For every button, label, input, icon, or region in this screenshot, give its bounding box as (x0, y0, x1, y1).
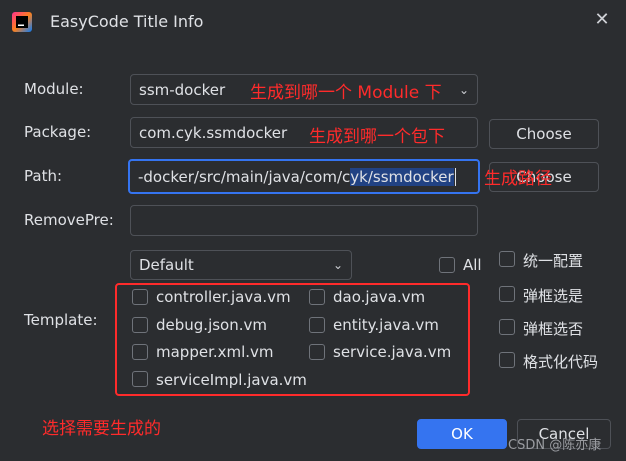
option-label: 统一配置 (523, 252, 584, 270)
close-icon[interactable]: ✕ (592, 10, 612, 30)
package-annotation: 生成到哪一个包下 (309, 127, 445, 147)
removepre-input[interactable] (130, 205, 478, 236)
text-caret (454, 167, 456, 186)
template-group-select[interactable]: Default ⌄ (130, 250, 352, 280)
template-checkbox-entity[interactable] (309, 317, 325, 333)
template-item-label: service.java.vm (333, 343, 452, 361)
package-value: com.cyk.ssmdocker (139, 123, 288, 142)
template-annotation: 选择需要生成的 (42, 419, 161, 439)
module-annotation: 生成到哪一个 Module 下 (250, 83, 442, 103)
window-title: EasyCode Title Info (50, 12, 204, 31)
option-label: 弹框选否 (523, 320, 584, 338)
path-value-text: -docker/src/main/java/com/c (138, 167, 351, 186)
removepre-label: RemovePre: (24, 211, 114, 229)
template-checkbox-serviceimpl[interactable] (132, 371, 148, 387)
package-label: Package: (24, 123, 92, 141)
template-item-label: dao.java.vm (333, 288, 426, 306)
template-checkbox-dao[interactable] (309, 289, 325, 305)
all-checkbox[interactable] (439, 257, 455, 273)
template-checkbox-service[interactable] (309, 344, 325, 360)
template-group-value: Default (139, 256, 194, 274)
template-label: Template: (24, 311, 98, 329)
easycode-app-icon (12, 12, 32, 32)
template-item-label: serviceImpl.java.vm (156, 371, 307, 389)
option-checkbox-format-code[interactable] (499, 352, 515, 368)
template-checkbox-controller[interactable] (132, 289, 148, 305)
option-checkbox-unified-config[interactable] (499, 251, 515, 267)
chevron-down-icon: ⌄ (458, 82, 469, 97)
all-label: All (463, 256, 482, 274)
watermark: CSDN @陈亦康 (508, 438, 602, 453)
package-choose-button[interactable]: Choose (489, 119, 599, 149)
chevron-down-icon: ⌄ (332, 258, 343, 272)
module-value: ssm-docker (139, 80, 226, 99)
template-checkbox-debug[interactable] (132, 317, 148, 333)
path-label: Path: (24, 167, 63, 185)
option-checkbox-confirm-no[interactable] (499, 319, 515, 335)
template-item-label: entity.java.vm (333, 316, 439, 334)
path-input[interactable]: -docker/src/main/java/com/c yk/ssmdocker (128, 159, 480, 194)
option-label: 格式化代码 (523, 353, 599, 371)
template-checkbox-mapper[interactable] (132, 344, 148, 360)
template-item-label: debug.json.vm (156, 316, 267, 334)
template-item-label: controller.java.vm (156, 288, 291, 306)
template-item-label: mapper.xml.vm (156, 343, 274, 361)
option-checkbox-confirm-yes[interactable] (499, 286, 515, 302)
option-label: 弹框选是 (523, 287, 584, 305)
path-annotation: 生成路径 (484, 169, 552, 189)
ok-button[interactable]: OK (417, 419, 507, 449)
path-selected-text: yk/ssmdocker (350, 167, 454, 186)
module-label: Module: (24, 80, 84, 98)
